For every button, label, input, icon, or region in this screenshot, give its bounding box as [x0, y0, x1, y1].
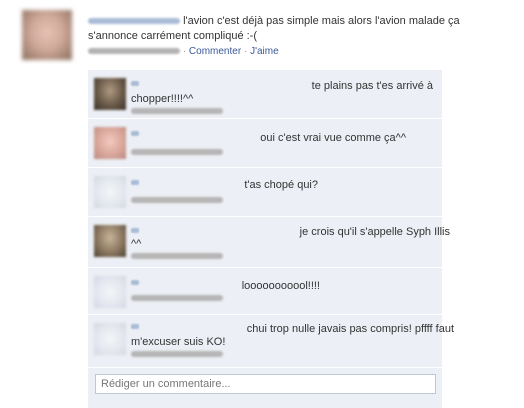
post-author-name[interactable]: [88, 18, 180, 25]
comment-timestamp[interactable]: [131, 253, 223, 259]
commenter-avatar[interactable]: [94, 127, 126, 159]
comment-timestamp[interactable]: [131, 295, 223, 301]
comment-line: je crois qu'il s'appelle Syph Illis: [299, 226, 450, 238]
comment-text: chui trop nulle javais pas compris! pfff…: [131, 323, 454, 336]
commenter-avatar[interactable]: [94, 176, 126, 208]
comment-line: t'as chopé qui?: [244, 179, 318, 191]
comment-text: oui c'est vrai vue comme ça^^: [131, 132, 406, 145]
comment-line: oui c'est vrai vue comme ça^^: [260, 132, 406, 144]
comment-text: t'as chopé qui?: [131, 179, 318, 192]
comment-item: te plains pas t'es arrivé à chopper!!!!^…: [88, 70, 442, 119]
comment-line: chui trop nulle javais pas compris! pfff…: [246, 323, 454, 335]
comment-item: t'as chopé qui?: [88, 168, 442, 217]
comment-placeholder: Rédiger un commentaire...: [101, 378, 231, 390]
comment-text: je crois qu'il s'appelle Syph Illis: [131, 226, 450, 239]
commenter-avatar[interactable]: [94, 78, 126, 110]
comment-line: m'excuser suis KO!: [131, 336, 226, 348]
comment-text: looooooooool!!!!: [131, 280, 320, 293]
commenter-avatar[interactable]: [94, 225, 126, 257]
comment-timestamp[interactable]: [131, 108, 223, 114]
meta-separator: ·: [243, 46, 248, 57]
comment-text: te plains pas t'es arrivé à: [131, 80, 433, 93]
comment-timestamp[interactable]: [131, 197, 223, 203]
comment-item: chui trop nulle javais pas compris! pfff…: [88, 315, 454, 368]
comment-timestamp[interactable]: [131, 149, 223, 155]
comment-item: je crois qu'il s'appelle Syph Illis ^^: [88, 217, 450, 268]
comment-line: looooooooool!!!!: [241, 280, 320, 292]
post-text: l'avion c'est déjà pas simple mais alors…: [88, 14, 508, 44]
post-body: l'avion c'est déjà pas simple mais alors…: [88, 14, 508, 57]
comment-item: oui c'est vrai vue comme ça^^: [88, 119, 442, 168]
like-link[interactable]: J'aime: [250, 46, 279, 57]
commenter-avatar[interactable]: [94, 276, 126, 308]
comment-item: looooooooool!!!!: [88, 268, 442, 315]
comment-input[interactable]: Rédiger un commentaire...: [95, 374, 436, 394]
comment-timestamp[interactable]: [131, 351, 223, 357]
post-meta: · Commenter · J'aime: [88, 46, 508, 57]
post-timestamp[interactable]: [88, 48, 180, 55]
comment-line: te plains pas t'es arrivé à: [311, 80, 433, 92]
comment-link[interactable]: Commenter: [189, 46, 241, 57]
comment-line: chopper!!!!^^: [131, 93, 194, 105]
post-author-avatar[interactable]: [22, 10, 72, 60]
meta-separator: ·: [182, 46, 187, 57]
commenter-avatar[interactable]: [94, 323, 126, 355]
comments-section: te plains pas t'es arrivé à chopper!!!!^…: [88, 70, 454, 408]
comment-line: ^^: [131, 238, 142, 250]
